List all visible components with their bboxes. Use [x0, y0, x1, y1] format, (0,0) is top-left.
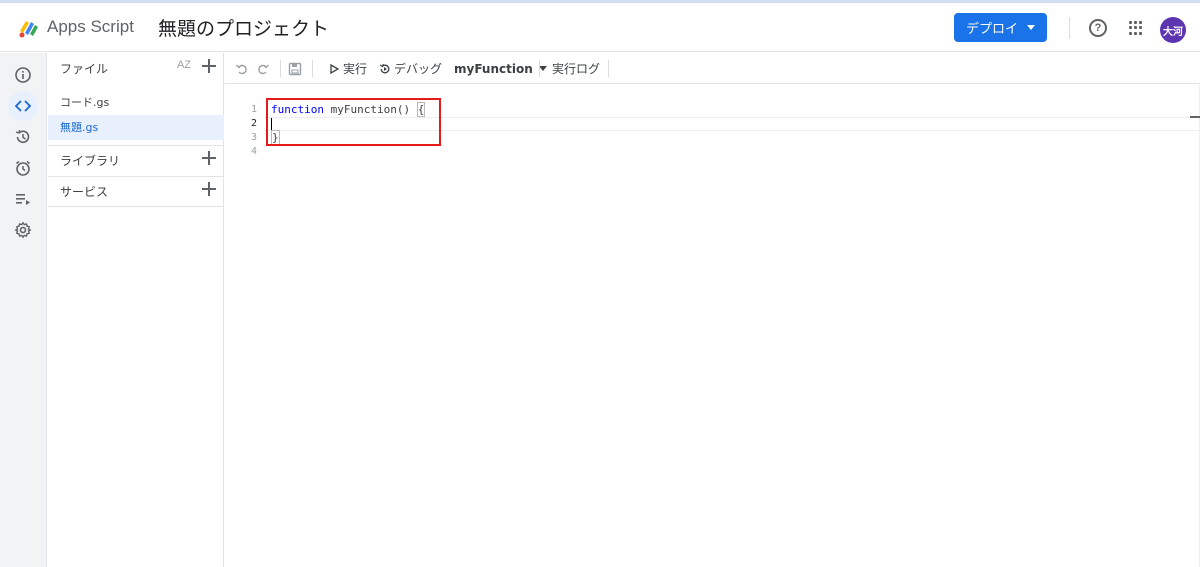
run-button[interactable]: 実行	[329, 53, 367, 84]
alarm-icon	[16, 160, 30, 176]
redo-button[interactable]	[256, 53, 270, 84]
help-symbol: ?	[1094, 22, 1102, 34]
libraries-header: ライブラリ	[48, 145, 224, 175]
apps-grid-icon[interactable]	[1129, 21, 1143, 35]
save-icon	[288, 62, 302, 75]
files-header: ファイル AZ	[48, 53, 224, 83]
execution-log-button[interactable]: 実行ログ	[552, 53, 600, 84]
line-number: 1	[250, 104, 257, 115]
toolbar-divider	[312, 60, 313, 77]
files-header-label: ファイル	[60, 62, 109, 76]
editor-toolbar: 実行 デバッグ myFunction 実行ログ	[225, 53, 1200, 84]
chevron-down-icon	[1027, 25, 1035, 30]
file-item-code-gs[interactable]: コード.gs	[48, 90, 224, 115]
play-icon	[330, 63, 339, 74]
rail-editor-button[interactable]	[8, 91, 38, 121]
rail-executions-button[interactable]	[8, 184, 38, 214]
history-icon	[15, 129, 30, 144]
executions-icon	[16, 194, 30, 205]
sort-az-icon[interactable]: AZ	[177, 59, 191, 71]
add-file-plus-icon[interactable]	[202, 59, 216, 73]
debug-icon	[379, 63, 390, 73]
function-select[interactable]: myFunction	[454, 53, 547, 84]
avatar[interactable]: 大河	[1160, 17, 1186, 43]
info-icon	[15, 67, 31, 83]
line-number: 4	[250, 146, 257, 157]
add-service-plus-icon[interactable]	[202, 182, 216, 196]
code-line-4[interactable]	[271, 145, 1191, 159]
toolbar-divider	[280, 60, 281, 77]
save-button[interactable]	[288, 53, 302, 84]
files-panel: ファイル AZ コード.gs 無題.gs ライブラリ サービス	[48, 53, 224, 567]
services-divider	[48, 206, 224, 207]
app-header: Apps Script 無題のプロジェクト デプロイ ? 大河	[0, 3, 1200, 52]
undo-icon	[236, 64, 247, 74]
debug-button[interactable]: デバッグ	[379, 53, 442, 84]
gear-icon	[14, 221, 32, 239]
undo-button[interactable]	[235, 53, 249, 84]
red-highlight-box	[266, 98, 441, 146]
debug-label: デバッグ	[394, 62, 443, 76]
line-number-gutter: 1 2 3 4	[225, 103, 257, 159]
rail-triggers-button[interactable]	[8, 153, 38, 183]
function-select-value: myFunction	[454, 61, 533, 76]
avatar-initials: 大河	[1163, 26, 1183, 38]
file-item-untitled-gs[interactable]: 無題.gs	[48, 115, 224, 140]
line-number: 3	[250, 132, 257, 143]
line-number: 2	[250, 118, 257, 129]
redo-icon	[258, 64, 269, 74]
toolbar-divider	[539, 60, 540, 77]
add-library-plus-icon[interactable]	[202, 151, 216, 165]
scrollbar-cursor-marker	[1190, 116, 1200, 118]
project-title[interactable]: 無題のプロジェクト	[158, 14, 329, 41]
libraries-label: ライブラリ	[60, 154, 121, 168]
run-label: 実行	[343, 62, 368, 76]
deploy-button-label: デプロイ	[966, 22, 1019, 37]
services-header: サービス	[48, 176, 224, 206]
deploy-button[interactable]: デプロイ	[954, 13, 1047, 42]
toolbar-divider	[608, 60, 609, 77]
rail-overview-button[interactable]	[8, 60, 38, 90]
app-name[interactable]: Apps Script	[47, 17, 134, 37]
left-nav-rail	[0, 53, 47, 567]
rail-history-button[interactable]	[8, 122, 38, 152]
code-icon	[14, 100, 32, 112]
apps-script-logo-icon[interactable]	[17, 16, 41, 40]
execution-log-label: 実行ログ	[552, 62, 601, 76]
code-editor[interactable]: 1 2 3 4 function myFunction() { }	[225, 85, 1200, 567]
help-icon[interactable]: ?	[1089, 19, 1107, 37]
services-label: サービス	[60, 185, 109, 199]
rail-settings-button[interactable]	[8, 215, 38, 245]
header-divider	[1069, 17, 1070, 39]
